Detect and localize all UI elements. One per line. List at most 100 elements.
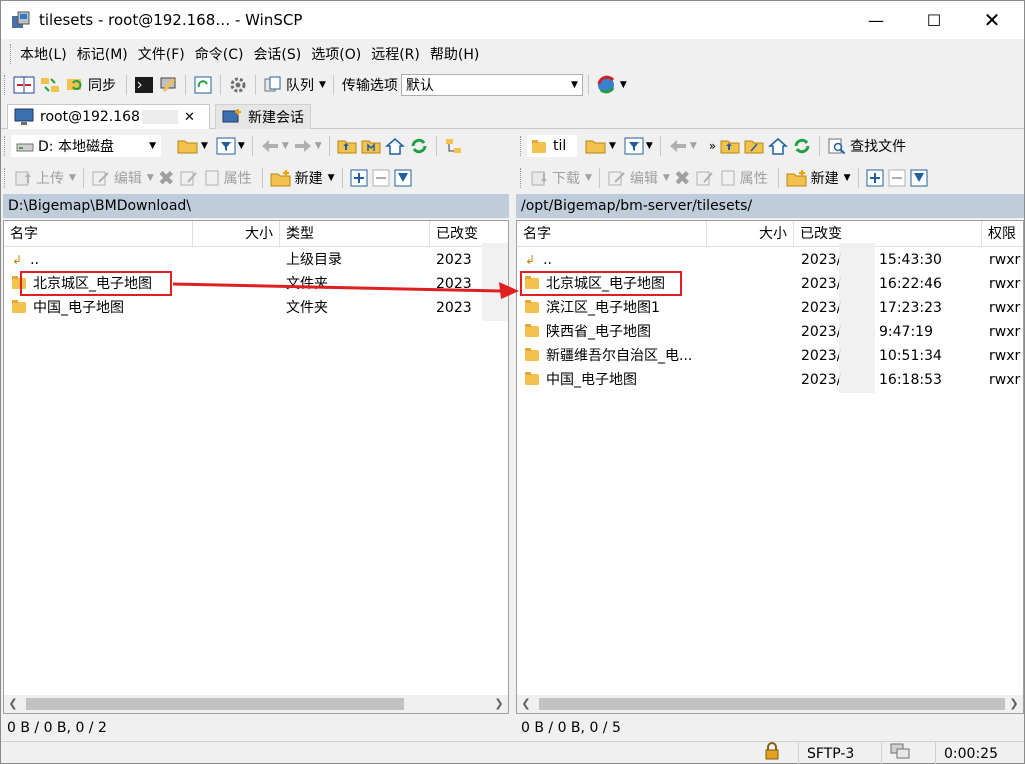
sync-button[interactable]: 同步 <box>63 73 121 97</box>
remote-col-size[interactable]: 大小 <box>707 221 794 247</box>
menu-bar: 本地(L) 标记(M) 文件(F) 命令(C) 会话(S) 选项(O) 远程(R… <box>1 41 1024 67</box>
local-refresh-button[interactable] <box>407 134 431 158</box>
color-button[interactable]: ▼ <box>594 73 629 97</box>
remote-select-all-button[interactable] <box>864 166 886 190</box>
local-rename-button[interactable] <box>177 166 201 190</box>
local-home-button[interactable] <box>383 134 407 158</box>
local-filter-button[interactable]: ▼ <box>214 134 247 158</box>
local-back-button[interactable]: ▼ <box>258 134 291 158</box>
transfer-settings-select[interactable]: 默认 ▼ <box>400 74 583 96</box>
find-files-button[interactable]: 查找文件 <box>825 134 911 158</box>
forward-arrow-icon <box>294 140 311 152</box>
table-row[interactable]: ↲.. 上级目录 2023 <box>4 248 508 272</box>
tab-session[interactable]: root@192.168 ✕ <box>7 104 210 129</box>
table-row[interactable]: 中国_电子地图 2023/ 16:18:53 rwxr <box>517 368 1023 392</box>
menu-session[interactable]: 会话(S) <box>248 44 306 64</box>
local-hscrollbar[interactable]: ❮ ❯ <box>4 695 508 713</box>
compare-dirs-icon <box>13 76 35 94</box>
remote-col-changed[interactable]: 已改变 <box>794 221 982 247</box>
remote-dir-select[interactable]: til <box>527 135 577 157</box>
table-row[interactable]: 陕西省_电子地图 2023/ 9:47:19 rwxr <box>517 320 1023 344</box>
table-row[interactable]: 中国_电子地图 文件夹 2023 <box>4 296 508 320</box>
menu-mark[interactable]: 标记(M) <box>72 44 133 64</box>
local-filter-select-button[interactable] <box>392 166 414 190</box>
folder-icon <box>12 300 26 313</box>
remote-properties-button[interactable]: 属性 <box>717 166 773 190</box>
local-col-size[interactable]: 大小 <box>193 221 280 247</box>
terminal-button[interactable] <box>132 73 156 97</box>
open-folder-icon <box>585 140 606 154</box>
local-new-button[interactable]: 新建 ▼ <box>268 166 337 190</box>
table-row[interactable]: 新疆维吾尔自治区_电... 2023/ 10:51:34 rwxr <box>517 344 1023 368</box>
remote-path-bar[interactable]: /opt/Bigemap/bm-server/tilesets/ <box>516 194 1024 218</box>
menu-options[interactable]: 选项(O) <box>306 44 366 64</box>
local-col-type[interactable]: 类型 <box>280 221 430 247</box>
remote-root-dir-button[interactable] <box>742 134 766 158</box>
local-drive-select[interactable]: D: 本地磁盘 ▼ <box>11 135 161 157</box>
local-properties-button[interactable]: 属性 <box>201 166 257 190</box>
sync-browse-icon <box>41 78 59 92</box>
close-window-button[interactable]: ✕ <box>969 1 1015 39</box>
parent-dir-icon: ↲ <box>525 253 536 267</box>
remote-more-button[interactable]: » <box>707 134 718 158</box>
plus-box-icon <box>350 169 368 187</box>
minimize-button[interactable]: — <box>853 1 899 39</box>
remote-delete-button[interactable]: ✖ <box>672 166 693 190</box>
remote-col-rights[interactable]: 权限 <box>982 221 1023 247</box>
new-folder-icon <box>270 170 291 187</box>
remote-back-button[interactable]: ▼ <box>666 134 699 158</box>
sync-browse-button[interactable] <box>37 73 63 97</box>
queue-button[interactable]: 队列 ▼ <box>261 73 328 97</box>
close-tab-icon[interactable]: ✕ <box>184 110 195 125</box>
remote-rename-button[interactable] <box>693 166 717 190</box>
main-toolbar: 同步 队列 ▼ 传输选项 默认 ▼ ▼ <box>1 72 629 98</box>
remote-filter-select-button[interactable] <box>908 166 930 190</box>
local-selection-status: 0 B / 0 B, 0 / 2 <box>7 720 107 736</box>
menu-local[interactable]: 本地(L) <box>15 44 72 64</box>
local-path-bar[interactable]: D:\Bigemap\BMDownload\ <box>3 194 509 218</box>
table-row[interactable]: ↲.. 2023/ 15:43:30 rwxr <box>517 248 1023 272</box>
remote-home-button[interactable] <box>766 134 790 158</box>
compare-dirs-button[interactable] <box>11 73 37 97</box>
remote-hscrollbar[interactable]: ❮ ❯ <box>517 695 1023 713</box>
local-edit-button[interactable]: 编辑 ▼ <box>89 166 156 190</box>
local-parent-dir-button[interactable] <box>335 134 359 158</box>
putty-button[interactable] <box>156 73 180 97</box>
local-unselect-button[interactable] <box>370 166 392 190</box>
tab-new-session[interactable]: 新建会话 <box>215 104 311 129</box>
remote-open-dir-button[interactable]: ▼ <box>583 134 618 158</box>
local-delete-button[interactable]: ✖ <box>156 166 177 190</box>
local-select-all-button[interactable] <box>348 166 370 190</box>
menu-file[interactable]: 文件(F) <box>133 44 190 64</box>
find-files-icon <box>828 138 846 155</box>
remote-refresh-button[interactable] <box>790 134 814 158</box>
local-tree-button[interactable] <box>442 134 466 158</box>
remote-nav-toolbar: til ▼ ▼ ▼ » 查找文件 <box>517 133 911 159</box>
local-root-dir-button[interactable] <box>359 134 383 158</box>
local-forward-button[interactable]: ▼ <box>291 134 324 158</box>
remote-edit-button[interactable]: 编辑 ▼ <box>605 166 672 190</box>
remote-filter-button[interactable]: ▼ <box>622 134 655 158</box>
remote-selection-status: 0 B / 0 B, 0 / 5 <box>521 720 621 736</box>
table-row[interactable]: 滨江区_电子地图1 2023/ 17:23:23 rwxr <box>517 296 1023 320</box>
color-globe-icon <box>597 75 615 94</box>
menu-help[interactable]: 帮助(H) <box>425 44 484 64</box>
preferences-button[interactable] <box>226 73 250 97</box>
parent-dir-icon <box>720 140 740 154</box>
remote-col-name[interactable]: 名字 <box>517 221 707 247</box>
delete-icon: ✖ <box>157 166 175 190</box>
remote-parent-dir-button[interactable] <box>718 134 742 158</box>
local-open-dir-button[interactable]: ▼ <box>175 134 210 158</box>
menu-commands[interactable]: 命令(C) <box>190 44 249 64</box>
remote-unselect-button[interactable] <box>886 166 908 190</box>
refresh-session-button[interactable] <box>191 73 215 97</box>
maximize-button[interactable]: ☐ <box>911 1 957 39</box>
remote-new-button[interactable]: 新建 ▼ <box>784 166 853 190</box>
refresh-icon <box>794 138 810 154</box>
upload-button[interactable]: 上传 ▼ <box>11 166 78 190</box>
download-button[interactable]: 下载 ▼ <box>527 166 594 190</box>
transfer-options-label: 传输选项 <box>341 78 398 94</box>
local-file-toolbar: 上传 ▼ 编辑 ▼ ✖ 属性 新建 ▼ <box>1 165 414 191</box>
menu-remote[interactable]: 远程(R) <box>366 44 425 64</box>
local-col-name[interactable]: 名字 <box>4 221 193 247</box>
